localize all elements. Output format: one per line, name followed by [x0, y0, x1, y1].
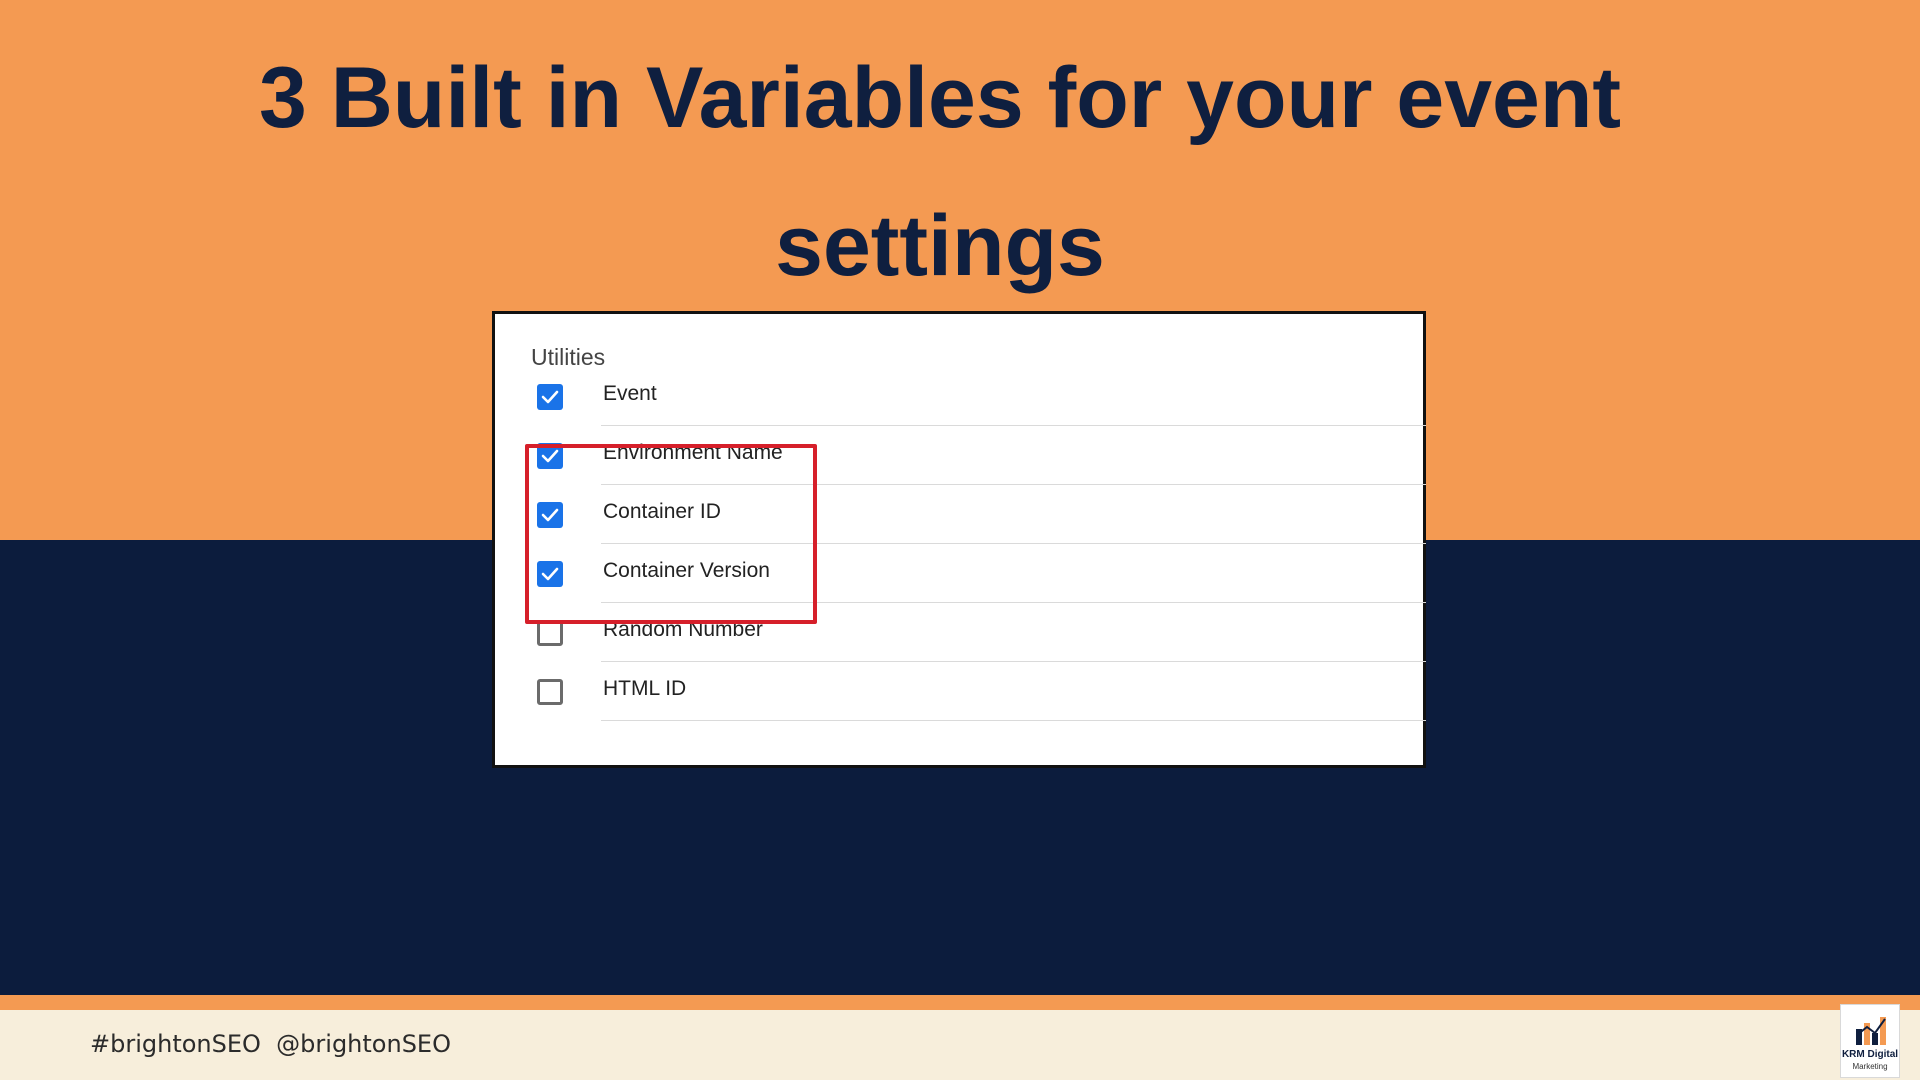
variable-row-html-id[interactable]: HTML ID: [495, 662, 1426, 721]
footer-accent-strip: [0, 995, 1920, 1010]
checkbox-unchecked[interactable]: [537, 679, 563, 705]
variable-row-event[interactable]: Event: [495, 367, 1426, 426]
footer-hashtags: #brightonSEO @brightonSEO: [90, 1030, 451, 1058]
slide-title: 3 Built in Variables for your event sett…: [258, 50, 1622, 294]
logo-tagline: Marketing: [1852, 1062, 1888, 1071]
variable-label: HTML ID: [603, 677, 687, 700]
utilities-panel: Utilities Event Environment Name Contain…: [492, 311, 1426, 768]
bar-chart-icon: [1856, 1017, 1886, 1045]
krm-logo: KRM Digital Marketing: [1840, 1004, 1900, 1078]
checkmark-icon: [541, 390, 559, 404]
logo-name: KRM Digital: [1841, 1049, 1899, 1060]
variable-label: Event: [603, 382, 657, 405]
red-highlight-box: [525, 444, 817, 624]
checkbox-checked[interactable]: [537, 384, 563, 410]
row-divider: [601, 720, 1426, 721]
